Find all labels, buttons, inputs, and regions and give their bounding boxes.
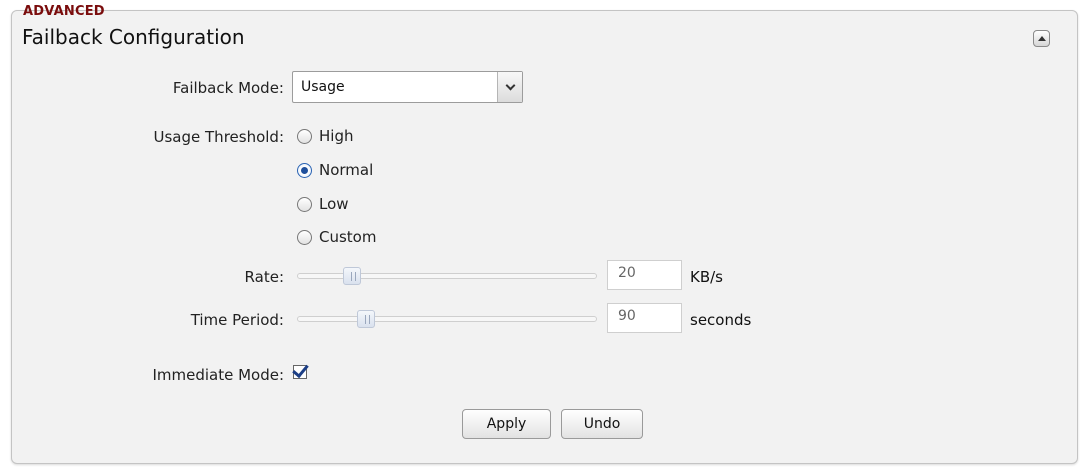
- radio-option-custom[interactable]: Custom: [297, 227, 376, 247]
- time-period-slider-track[interactable]: [297, 316, 597, 322]
- time-period-slider-handle[interactable]: [357, 310, 375, 328]
- usage-threshold-label: Usage Threshold:: [153, 128, 284, 146]
- failback-mode-selected-value: Usage: [301, 79, 345, 95]
- radio-label: Low: [319, 195, 349, 213]
- collapse-up-icon: [1037, 36, 1046, 41]
- radio-button[interactable]: [297, 196, 312, 212]
- grip-icon: [365, 315, 370, 324]
- radio-button[interactable]: [297, 128, 312, 144]
- radio-option-low[interactable]: Low: [297, 194, 349, 214]
- failback-mode-select[interactable]: Usage: [292, 71, 523, 103]
- immediate-mode-label: Immediate Mode:: [152, 366, 284, 384]
- radio-label: High: [319, 127, 354, 145]
- radio-label: Custom: [319, 228, 377, 246]
- rate-slider-track[interactable]: [297, 273, 597, 279]
- radio-option-high[interactable]: High: [297, 126, 353, 146]
- failback-mode-label: Failback Mode:: [172, 79, 284, 97]
- select-arrow[interactable]: [497, 72, 522, 102]
- apply-button[interactable]: Apply: [462, 409, 551, 439]
- radio-button[interactable]: [297, 229, 312, 245]
- radio-button-selected[interactable]: [297, 162, 312, 178]
- panel-title: Failback Configuration: [22, 25, 245, 49]
- collapse-button[interactable]: [1033, 30, 1050, 47]
- section-tag: ADVANCED: [23, 4, 105, 19]
- time-period-unit: seconds: [690, 311, 752, 329]
- time-period-label: Time Period:: [190, 311, 284, 329]
- time-period-input[interactable]: 90: [607, 303, 682, 333]
- undo-button[interactable]: Undo: [561, 409, 643, 439]
- rate-unit: KB/s: [690, 268, 723, 286]
- rate-input[interactable]: 20: [607, 260, 682, 290]
- immediate-mode-checkbox[interactable]: [292, 360, 309, 379]
- radio-dot-icon: [301, 166, 308, 174]
- grip-icon: [351, 272, 356, 281]
- rate-label: Rate:: [244, 268, 284, 286]
- rate-slider-handle[interactable]: [343, 267, 361, 285]
- chevron-down-icon: [505, 80, 515, 91]
- radio-label: Normal: [319, 161, 374, 179]
- radio-option-normal[interactable]: Normal: [297, 160, 373, 180]
